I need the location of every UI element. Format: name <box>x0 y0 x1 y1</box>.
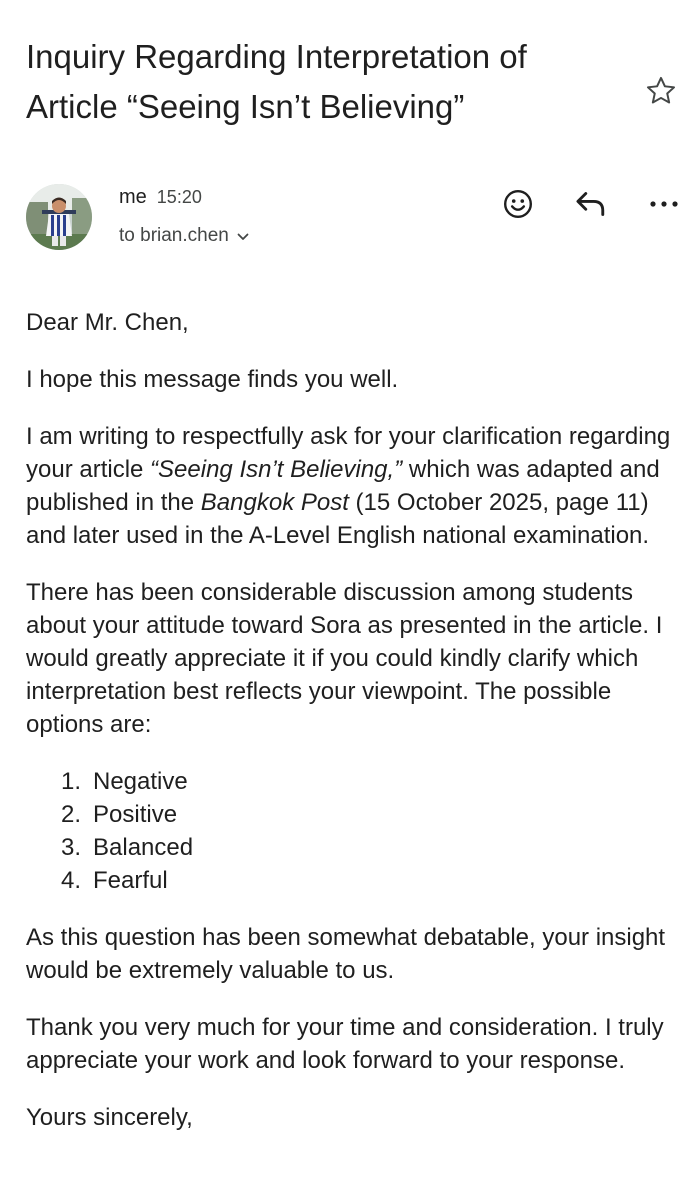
option-item: 4. Fearful <box>26 864 686 897</box>
body-paragraph-2: I am writing to respectfully ask for you… <box>26 420 686 552</box>
option-label: Fearful <box>93 867 168 894</box>
option-number: 1. <box>60 768 81 795</box>
option-number: 3. <box>60 834 81 861</box>
options-list: 1. Negative 2. Positive 3. Balanced 4. Fearf… <box>26 765 686 897</box>
subject-line-1: Inquiry Regarding Interpretation of <box>26 38 527 75</box>
option-item: 1. Negative <box>26 765 686 798</box>
option-number: 2. <box>60 801 81 828</box>
email-body: Dear Mr. Chen, I hope this message finds… <box>26 306 686 1158</box>
body-paragraph-4: As this question has been somewhat debat… <box>26 924 666 984</box>
article-title: “Seeing Isn’t Believing,” <box>150 456 403 483</box>
chevron-down-icon <box>237 233 249 240</box>
body-paragraph-1: I hope this message finds you well. <box>26 366 399 393</box>
option-label: Positive <box>93 801 178 828</box>
option-number: 4. <box>60 867 81 894</box>
reply-button[interactable] <box>569 183 613 225</box>
option-label: Negative <box>93 768 188 795</box>
more-options-button[interactable] <box>642 183 686 225</box>
sender-avatar[interactable] <box>26 184 92 250</box>
recipient-text: to brian.chen <box>119 225 229 246</box>
avatar-photo <box>26 184 92 250</box>
more-horizontal-icon <box>650 201 678 207</box>
subject-line-2: Article “Seeing Isn’t Believing” <box>26 88 465 125</box>
newspaper-name: Bangkok Post <box>200 489 349 516</box>
sent-time: 15:20 <box>156 187 202 207</box>
add-reaction-button[interactable] <box>496 183 540 225</box>
message-actions <box>496 183 686 225</box>
greeting: Dear Mr. Chen, <box>26 309 189 336</box>
reply-icon <box>576 192 605 216</box>
option-item: 2. Positive <box>26 798 686 831</box>
emoji-react-icon <box>503 189 533 219</box>
star-icon <box>646 76 676 104</box>
body-paragraph-5: Thank you very much for your time and co… <box>26 1014 664 1074</box>
email-view: Inquiry Regarding Interpretation of Arti… <box>0 0 690 1200</box>
star-button[interactable] <box>642 72 680 110</box>
closing: Yours sincerely, <box>26 1104 193 1131</box>
recipient-details-toggle[interactable]: to brian.chen <box>119 225 249 247</box>
option-label: Balanced <box>93 834 194 861</box>
sender-line: me 15:20 <box>119 186 202 209</box>
email-subject: Inquiry Regarding Interpretation of Arti… <box>26 32 636 132</box>
sender-name: me <box>119 186 147 208</box>
body-paragraph-3: There has been considerable discussion a… <box>26 579 663 738</box>
option-item: 3. Balanced <box>26 831 686 864</box>
